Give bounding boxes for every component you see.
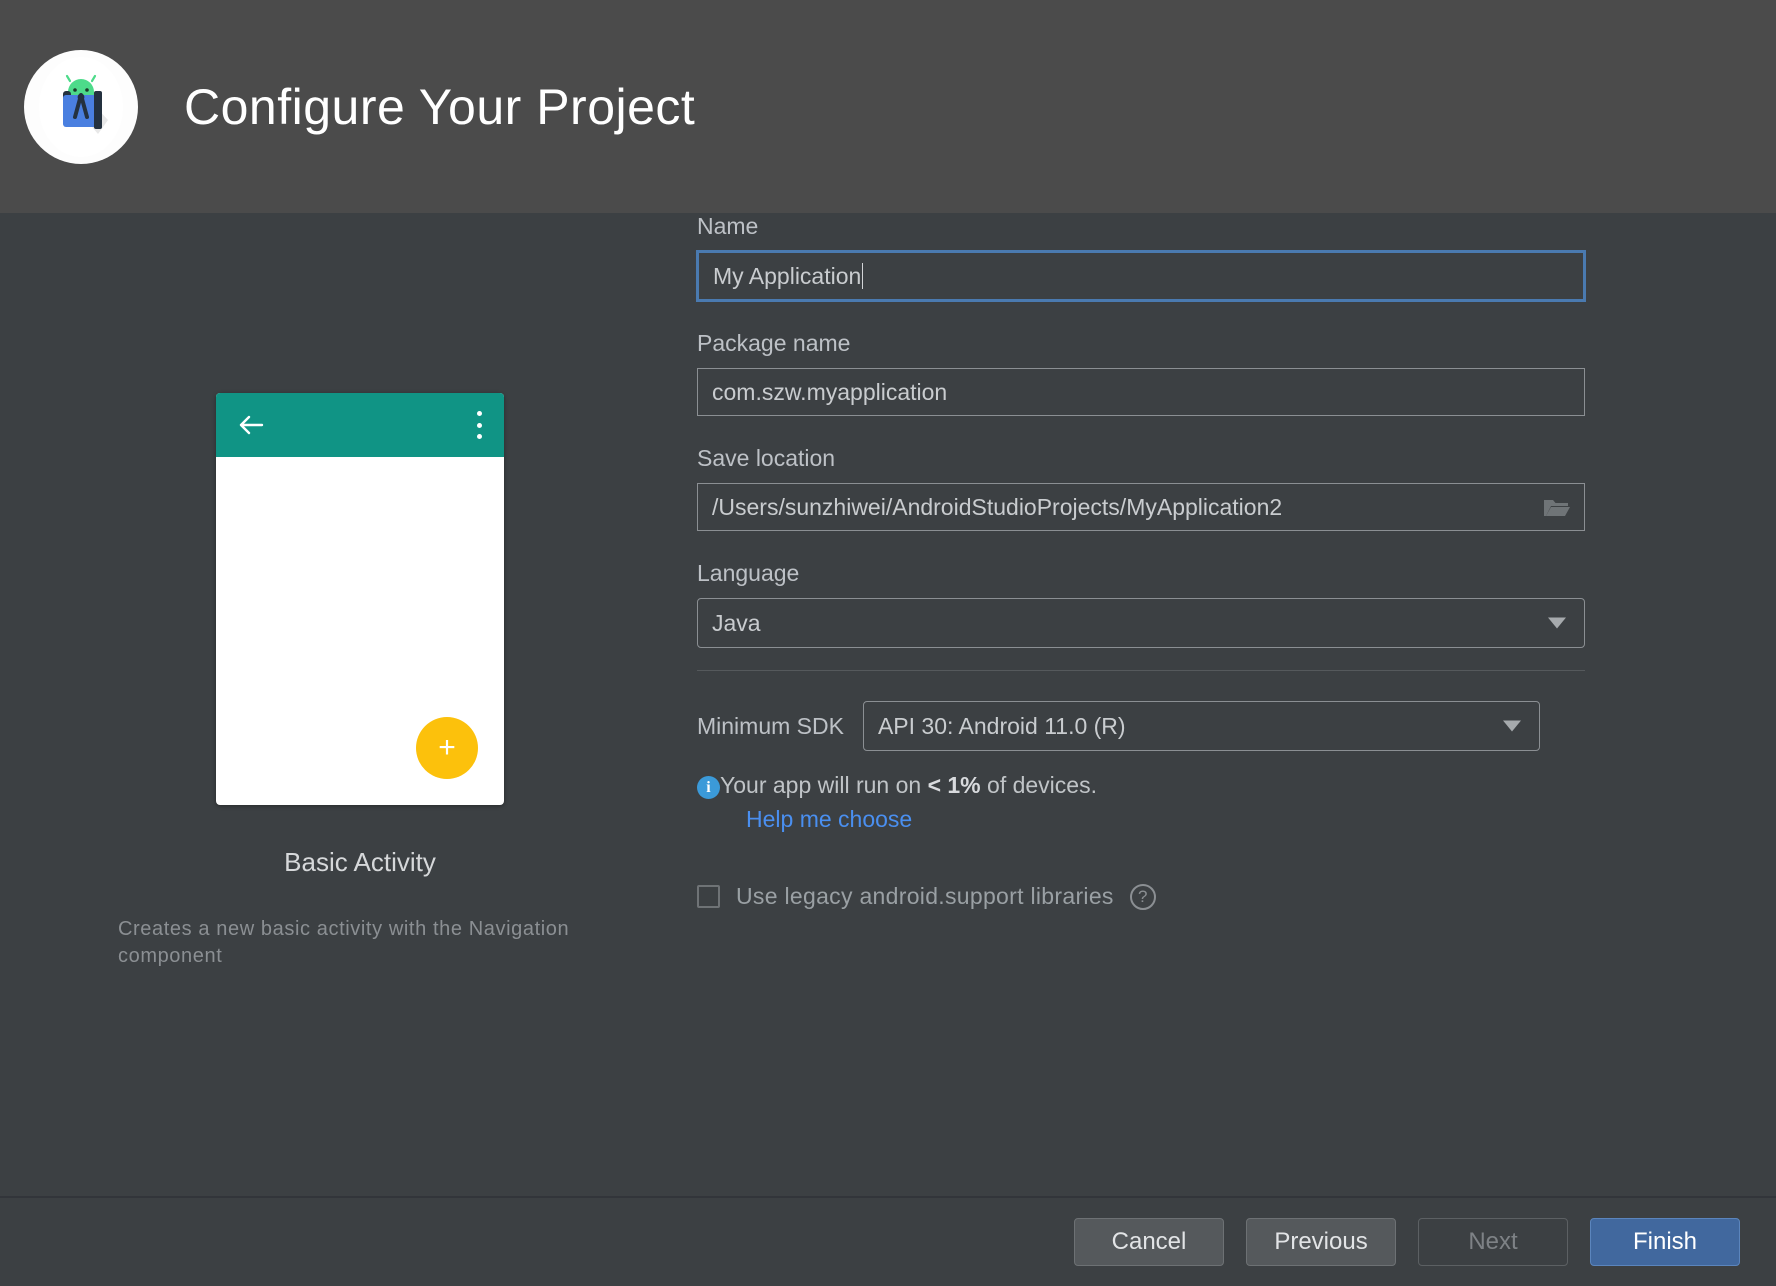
configure-project-dialog: Configure Your Project + Basic Activity: [0, 0, 1776, 1286]
project-form: Name My Application Package name com.szw…: [696, 213, 1587, 910]
info-icon: i: [697, 776, 720, 799]
package-name-field-row: Package name com.szw.myapplication: [697, 330, 1587, 416]
name-input-value: My Application: [713, 262, 862, 289]
preview-appbar: [216, 393, 504, 457]
minimum-sdk-select[interactable]: API 30: Android 11.0 (R): [862, 701, 1540, 751]
preview-title: Basic Activity: [284, 847, 436, 877]
dialog-footer: Cancel Previous Next Finish: [0, 1198, 1776, 1286]
language-field-row: Language Java: [697, 560, 1587, 648]
chevron-down-icon: [1502, 720, 1521, 732]
dialog-header: Configure Your Project: [0, 0, 1776, 213]
text-caret: [862, 263, 864, 289]
arrow-back-icon: [239, 415, 264, 435]
question-mark-glyph: ?: [1137, 886, 1148, 906]
save-location-label: Save location: [697, 445, 836, 471]
language-label: Language: [697, 560, 800, 586]
name-input[interactable]: My Application: [696, 250, 1586, 302]
question-mark-icon[interactable]: ?: [1129, 883, 1156, 910]
package-name-input-value: com.szw.myapplication: [712, 378, 948, 405]
devices-info-percentage: < 1%: [927, 772, 981, 798]
devices-info-row: i Your app will run on < 1% of devices. …: [697, 771, 1587, 833]
fab-label: +: [438, 731, 456, 764]
next-button: Next: [1418, 1218, 1568, 1266]
page-title: Configure Your Project: [184, 78, 696, 135]
language-select-value: Java: [712, 609, 761, 636]
activity-preview-image: +: [216, 393, 504, 805]
plus-icon: +: [416, 717, 478, 779]
minimum-sdk-label: Minimum SDK: [697, 712, 844, 739]
form-divider: [697, 670, 1585, 671]
android-studio-logo-icon: [24, 49, 138, 164]
dialog-body: + Basic Activity Creates a new basic act…: [0, 213, 1776, 1196]
name-label: Name: [697, 213, 759, 239]
language-select[interactable]: Java: [697, 598, 1585, 648]
legacy-libraries-row: Use legacy android.support libraries ?: [697, 883, 1587, 910]
package-name-label: Package name: [697, 330, 851, 356]
save-location-input[interactable]: /Users/sunzhiwei/AndroidStudioProjects/M…: [697, 483, 1585, 531]
folder-open-icon[interactable]: [1542, 496, 1570, 518]
cancel-button[interactable]: Cancel: [1074, 1218, 1224, 1266]
name-field-row: Name My Application: [696, 213, 1587, 302]
template-preview-panel: + Basic Activity Creates a new basic act…: [110, 213, 610, 970]
save-location-input-value: /Users/sunzhiwei/AndroidStudioProjects/M…: [712, 493, 1283, 520]
chevron-down-icon: [1548, 617, 1566, 629]
package-name-input[interactable]: com.szw.myapplication: [697, 368, 1585, 416]
minimum-sdk-select-value: API 30: Android 11.0 (R): [877, 712, 1126, 739]
previous-button[interactable]: Previous: [1246, 1218, 1396, 1266]
help-me-choose-link[interactable]: Help me choose: [746, 806, 1097, 833]
legacy-libraries-checkbox[interactable]: [697, 885, 720, 909]
finish-button[interactable]: Finish: [1590, 1218, 1740, 1266]
devices-info-after: of devices.: [980, 772, 1097, 798]
overflow-menu-icon: [476, 411, 482, 439]
devices-info-before: Your app will run on: [720, 772, 928, 798]
save-location-field-row: Save location /Users/sunzhiwei/AndroidSt…: [697, 445, 1587, 531]
minimum-sdk-field-row: Minimum SDK API 30: Android 11.0 (R): [697, 701, 1587, 751]
devices-info-text: Your app will run on < 1% of devices.: [720, 771, 1097, 800]
legacy-libraries-label[interactable]: Use legacy android.support libraries: [736, 883, 1114, 910]
preview-description: Creates a new basic activity with the Na…: [118, 918, 570, 967]
